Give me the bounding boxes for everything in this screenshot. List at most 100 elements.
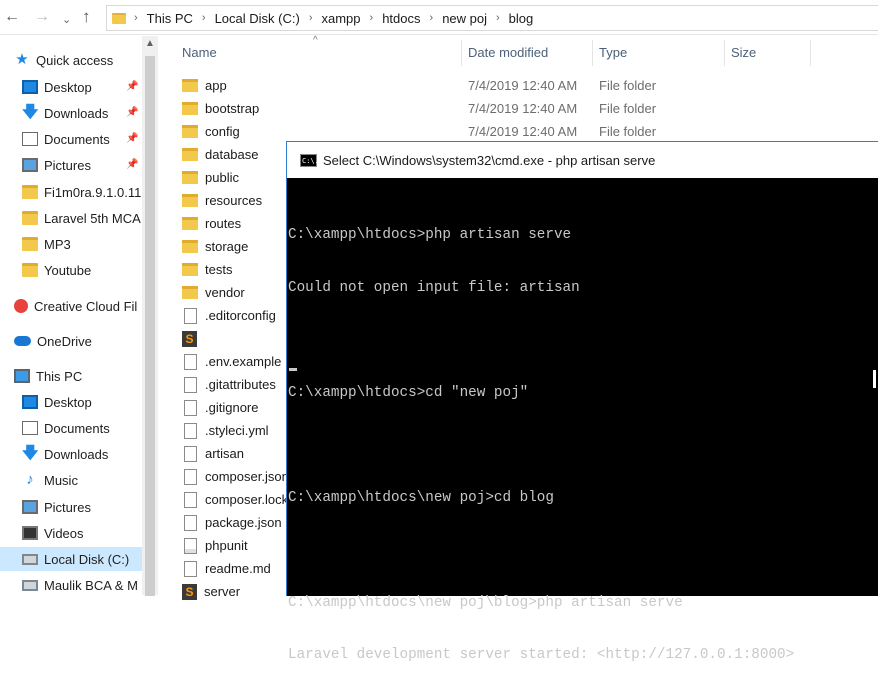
column-header-date-modified[interactable]: Date modified	[468, 37, 548, 67]
cmd-window[interactable]: C:\. Select C:\Windows\system32\cmd.exe …	[286, 141, 878, 663]
back-arrow-icon[interactable]: ←	[4, 7, 20, 27]
column-divider[interactable]	[724, 40, 725, 66]
nav-creative-cloud[interactable]: Creative Cloud Fil	[14, 294, 142, 318]
file-icon	[184, 491, 197, 508]
nav-item-label: Creative Cloud Fil	[34, 298, 138, 314]
breadcrumb-htdocs[interactable]: htdocs	[382, 11, 420, 26]
folder-icon	[182, 286, 198, 299]
breadcrumb-separator-icon[interactable]: ›	[202, 12, 206, 24]
column-divider[interactable]	[592, 40, 593, 66]
forward-arrow-icon[interactable]: →	[34, 7, 50, 27]
folder-icon	[182, 125, 198, 138]
file-icon	[184, 514, 197, 531]
pin-icon[interactable]: 📌	[126, 159, 138, 170]
file-row[interactable]: bootstrap 7/4/2019 12:40 AM File folder	[182, 97, 682, 120]
file-icon	[184, 353, 197, 370]
nav-item-label: MP3	[44, 236, 71, 252]
cmd-title-bar[interactable]: C:\. Select C:\Windows\system32\cmd.exe …	[287, 142, 878, 178]
column-header-name[interactable]: Name	[182, 37, 217, 67]
nav-folder-filmora[interactable]: Fi1m0ra.9.1.0.11|	[22, 180, 142, 204]
folder-icon	[22, 237, 38, 251]
documents-icon	[22, 132, 38, 146]
breadcrumb-xampp[interactable]: xampp	[322, 11, 361, 26]
console-line: C:\xampp\htdocs\new poj>cd blog	[288, 489, 554, 506]
pin-icon[interactable]: 📌	[126, 107, 138, 118]
nav-local-disk-selected[interactable]: Local Disk (C:)	[0, 547, 142, 571]
folder-icon	[182, 263, 198, 276]
nav-item-label: Desktop	[44, 394, 92, 410]
breadcrumb-blog[interactable]: blog	[509, 11, 534, 26]
nav-item-label: Music	[44, 472, 78, 488]
console-output[interactable]: C:\xampp\htdocs>php artisan serve Could …	[287, 192, 878, 700]
file-name: config	[205, 124, 240, 139]
nav-this-pc[interactable]: This PC	[14, 364, 156, 388]
nav-item-label: OneDrive	[37, 333, 92, 349]
address-bar-area: ← → ⌄ ↑ › This PC › Local Disk (C:) › xa…	[0, 0, 878, 35]
file-date-modified: 7/4/2019 12:40 AM	[468, 101, 578, 116]
column-divider[interactable]	[461, 40, 462, 66]
console-line: C:\xampp\htdocs>php artisan serve	[288, 227, 572, 243]
pictures-icon	[22, 158, 38, 172]
nav-onedrive[interactable]: OneDrive	[14, 329, 156, 353]
scroll-up-icon[interactable]: ▲	[145, 38, 155, 49]
up-arrow-icon[interactable]: ↑	[82, 7, 91, 27]
file-date-modified: 7/4/2019 12:40 AM	[468, 78, 578, 93]
breadcrumb-this-pc[interactable]: This PC	[147, 11, 193, 26]
nav-item-label: Documents	[44, 420, 110, 436]
cmd-app-icon: C:\.	[300, 153, 319, 167]
folder-icon	[182, 171, 198, 184]
column-divider[interactable]	[810, 40, 811, 66]
scrollbar-thumb[interactable]	[145, 56, 155, 596]
folder-icon	[112, 12, 126, 24]
nav-quick-access[interactable]: ★ Quick access	[14, 48, 156, 72]
drive-icon	[22, 553, 38, 565]
console-line: C:\xampp\htdocs\new poj\blog>php artisan…	[288, 594, 683, 611]
pin-icon[interactable]: 📌	[126, 81, 138, 92]
cmd-window-title: Select C:\Windows\system32\cmd.exe - php…	[323, 152, 656, 168]
breadcrumb-separator-icon[interactable]: ›	[496, 12, 500, 24]
file-icon	[184, 307, 197, 324]
file-date-modified: 7/4/2019 12:40 AM	[468, 124, 578, 139]
star-icon: ★	[15, 51, 29, 68]
file-icon	[184, 560, 197, 577]
column-header-type[interactable]: Type	[599, 37, 627, 67]
desktop-icon	[22, 395, 38, 409]
drive-icon	[22, 579, 38, 591]
nav-pane-scrollbar[interactable]: ▲	[142, 36, 158, 596]
console-line: Could not open input file: artisan	[288, 279, 580, 296]
column-header-size[interactable]: Size	[731, 37, 756, 67]
pictures-icon	[22, 500, 38, 514]
nav-item-label: Local Disk (C:)	[44, 551, 130, 567]
breadcrumb-separator-icon[interactable]: ›	[134, 12, 138, 24]
breadcrumb-new-poj[interactable]: new poj	[442, 11, 487, 26]
text-cursor-icon	[873, 370, 876, 388]
address-breadcrumb[interactable]: › This PC › Local Disk (C:) › xampp › ht…	[106, 5, 878, 31]
onedrive-icon	[14, 336, 31, 346]
documents-icon	[22, 421, 38, 435]
pin-icon[interactable]: 📌	[126, 133, 138, 144]
sublime-file-icon: S	[182, 330, 197, 347]
folder-icon	[22, 263, 38, 277]
nav-item-label: Videos	[44, 525, 84, 541]
file-name: app	[205, 78, 227, 93]
breadcrumb-local-disk[interactable]: Local Disk (C:)	[215, 11, 300, 26]
recent-locations-chevron-icon[interactable]: ⌄	[62, 10, 71, 30]
file-icon	[184, 422, 197, 439]
file-row[interactable]: config 7/4/2019 12:40 AM File folder	[182, 120, 682, 143]
breadcrumb-separator-icon[interactable]: ›	[309, 12, 313, 24]
folder-icon	[182, 240, 198, 253]
breadcrumb-separator-icon[interactable]: ›	[370, 12, 374, 24]
nav-item-label: Downloads	[44, 105, 109, 121]
pc-icon	[14, 369, 30, 383]
nav-item-label: This PC	[36, 368, 83, 384]
file-row[interactable]: app 7/4/2019 12:40 AM File folder	[182, 74, 682, 97]
file-icon	[184, 399, 197, 416]
folder-icon	[182, 194, 198, 207]
nav-folder-laravel[interactable]: Laravel 5th MCA	[22, 206, 142, 230]
breadcrumb-separator-icon[interactable]: ›	[430, 12, 434, 24]
nav-drive-maulik[interactable]: Maulik BCA & M	[22, 573, 142, 597]
nav-item-label: Fi1m0ra.9.1.0.11|	[44, 184, 142, 200]
folder-icon	[182, 102, 198, 115]
